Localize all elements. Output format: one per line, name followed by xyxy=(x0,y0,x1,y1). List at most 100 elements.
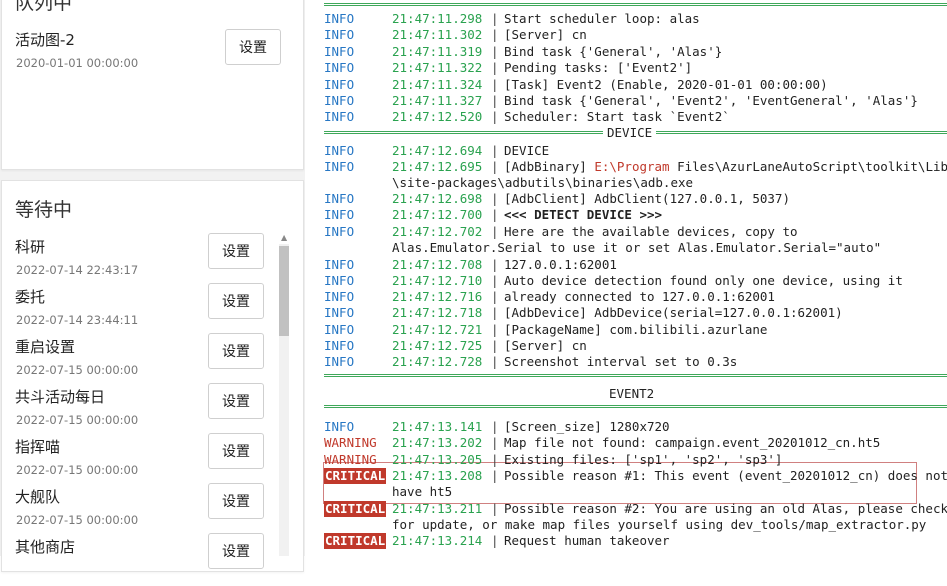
log-level: INFO xyxy=(324,354,355,369)
settings-button[interactable]: 设置 xyxy=(208,483,264,519)
log-timestamp: 21:47:11.298 xyxy=(392,11,483,26)
log-message: Bind task {'General', 'Event2', 'EventGe… xyxy=(504,93,918,108)
section-label-device: DEVICE xyxy=(603,125,657,141)
log-timestamp: 21:47:12.702 xyxy=(392,224,483,239)
log-message: Map file not found: campaign.event_20201… xyxy=(504,435,881,450)
log-level: INFO xyxy=(324,191,355,206)
pending-task-item: 重启设置 2022-07-15 00:00:00 设置 xyxy=(15,333,295,386)
task-name: 重启设置 xyxy=(15,338,76,356)
log-message: [Task] Event2 (Enable, 2020-01-01 00:00:… xyxy=(504,77,828,92)
log-divider: | xyxy=(491,11,499,26)
running-task: 活动图-2 2020-01-01 00:00:00 设置 xyxy=(15,29,295,79)
log-level: WARNING xyxy=(324,452,377,467)
log-divider: | xyxy=(491,273,499,288)
log-level: INFO xyxy=(324,338,355,353)
task-queue-panel: 队列中 活动图-2 2020-01-01 00:00:00 设置 等待中 科研 … xyxy=(0,0,305,572)
log-timestamp: 21:47:11.319 xyxy=(392,44,483,59)
log-level: INFO xyxy=(324,322,355,337)
log-timestamp: 21:47:13.211 xyxy=(392,501,483,516)
task-name: 其他商店 xyxy=(15,538,76,556)
log-divider: | xyxy=(491,93,499,108)
log-message: \site-packages\adbutils\binaries\adb.exe xyxy=(392,175,694,190)
task-name: 共斗活动每日 xyxy=(15,388,106,406)
log-level: INFO xyxy=(324,44,355,59)
settings-button[interactable]: 设置 xyxy=(208,433,264,469)
log-level: INFO xyxy=(324,257,355,272)
log-timestamp: 21:47:12.725 xyxy=(392,338,483,353)
log-message: Pending tasks: ['Event2'] xyxy=(504,60,693,75)
scroll-up-arrow-icon[interactable]: ▲ xyxy=(281,233,287,242)
log-message: Possible reason #1: This event (event_20… xyxy=(504,468,947,483)
log-timestamp: 21:47:13.141 xyxy=(392,419,483,434)
log-message: Scheduler: Start task `Event2` xyxy=(504,109,730,124)
log-divider: | xyxy=(491,77,499,92)
log-divider: | xyxy=(491,143,499,158)
task-name: 指挥喵 xyxy=(15,438,61,456)
log-divider: | xyxy=(491,159,499,174)
log-divider: | xyxy=(491,289,499,304)
section-label-event2: EVENT2 xyxy=(605,386,659,402)
log-divider: | xyxy=(491,354,499,369)
log-message: Existing files: ['sp1', 'sp2', 'sp3'] xyxy=(504,452,783,467)
log-divider: | xyxy=(491,109,499,124)
log-timestamp: 21:47:11.327 xyxy=(392,93,483,108)
log-level: INFO xyxy=(324,77,355,92)
log-message: Bind task {'General', 'Alas'} xyxy=(504,44,723,59)
settings-button[interactable]: 设置 xyxy=(208,533,264,569)
log-divider: | xyxy=(491,533,499,548)
log-timestamp: 21:47:13.208 xyxy=(392,468,483,483)
log-message: [AdbClient] AdbClient(127.0.0.1, 5037) xyxy=(504,191,790,206)
settings-button[interactable]: 设置 xyxy=(208,283,264,319)
log-message: 127.0.0.1:62001 xyxy=(504,257,617,272)
running-title: 队列中 xyxy=(15,0,73,14)
settings-button[interactable]: 设置 xyxy=(208,383,264,419)
log-level: INFO xyxy=(324,224,355,239)
log-message: Request human takeover xyxy=(504,533,670,548)
log-timestamp: 21:47:12.721 xyxy=(392,322,483,337)
log-timestamp: 21:47:12.716 xyxy=(392,289,483,304)
log-message: already connected to 127.0.0.1:62001 xyxy=(504,289,775,304)
task-time: 2022-07-14 23:44:11 xyxy=(16,313,139,327)
log-level: INFO xyxy=(324,289,355,304)
log-timestamp: 21:47:12.695 xyxy=(392,159,483,174)
log-message: [Server] cn xyxy=(504,338,587,353)
log-message: [AdbBinary] E:\Program Files\AzurLaneAut… xyxy=(504,159,947,175)
settings-button[interactable]: 设置 xyxy=(208,333,264,369)
task-name: 科研 xyxy=(15,238,46,256)
log-panel: DEVICE EVENT2 INFO 21:47:11.298 | Start sch… xyxy=(305,0,947,556)
log-message: <<< DETECT DEVICE >>> xyxy=(504,207,663,222)
log-divider: | xyxy=(491,60,499,75)
log-separator xyxy=(324,3,947,6)
scrollbar-thumb[interactable] xyxy=(279,246,289,336)
log-level: CRITICAL xyxy=(324,533,387,549)
log-divider: | xyxy=(491,419,499,434)
log-timestamp: 21:47:12.710 xyxy=(392,273,483,288)
log-timestamp: 21:47:12.700 xyxy=(392,207,483,222)
log-message: Screenshot interval set to 0.3s xyxy=(504,354,738,369)
log-message: [Server] cn xyxy=(504,27,587,42)
task-name: 委托 xyxy=(15,288,46,306)
log-message: Here are the available devices, copy to xyxy=(504,224,798,239)
log-timestamp: 21:47:12.708 xyxy=(392,257,483,272)
pending-task-item: 委托 2022-07-14 23:44:11 设置 xyxy=(15,283,295,336)
pending-task-item: 其他商店 设置 xyxy=(15,533,295,586)
log-level: WARNING xyxy=(324,435,377,450)
log-message: [AdbDevice] AdbDevice(serial=127.0.0.1:6… xyxy=(504,305,843,320)
log-level: INFO xyxy=(324,419,355,434)
pending-title: 等待中 xyxy=(15,199,73,221)
log-message: [Screen_size] 1280x720 xyxy=(504,419,670,434)
pending-task-item: 科研 2022-07-14 22:43:17 设置 xyxy=(15,233,295,286)
log-level: INFO xyxy=(324,143,355,158)
log-level: INFO xyxy=(324,27,355,42)
settings-button[interactable]: 设置 xyxy=(225,29,281,65)
log-message: Alas.Emulator.Serial to use it or set Al… xyxy=(392,240,882,255)
log-message-prefix: [AdbBinary] xyxy=(504,159,595,174)
log-divider: | xyxy=(491,207,499,222)
log-message-suffix: Files\AzurLaneAutoScript\toolkit\Lib xyxy=(669,159,947,174)
log-level: INFO xyxy=(324,11,355,26)
log-divider: | xyxy=(491,322,499,337)
log-level: INFO xyxy=(324,93,355,108)
settings-button[interactable]: 设置 xyxy=(208,233,264,269)
task-time: 2022-07-15 00:00:00 xyxy=(16,363,139,377)
log-timestamp: 21:47:12.728 xyxy=(392,354,483,369)
